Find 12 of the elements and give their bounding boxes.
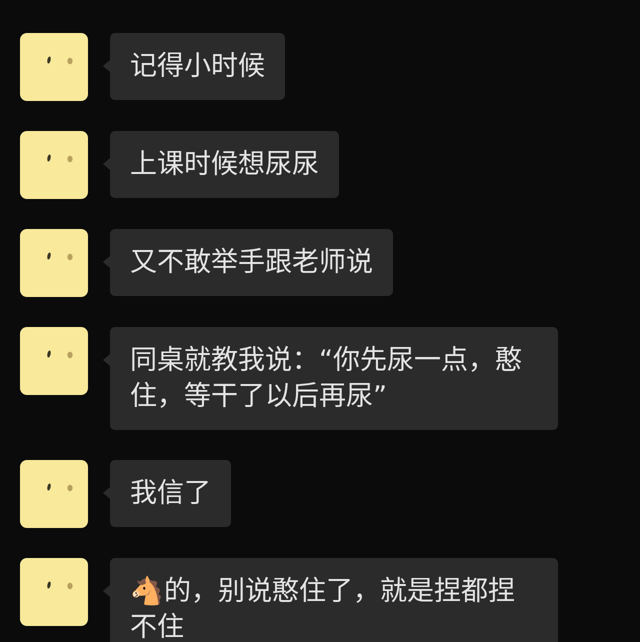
avatar-icon — [20, 33, 88, 101]
message-text: 🐴的，别说憨住了，就是捏都捏不住 — [130, 576, 515, 642]
message-text: 上课时候想尿尿 — [130, 148, 319, 180]
avatar-icon — [20, 131, 88, 199]
avatar-icon — [20, 460, 88, 528]
message-text: 又不敢举手跟老师说 — [130, 246, 373, 278]
message-text: 我信了 — [130, 478, 211, 508]
message-text: 记得小时候 — [130, 50, 265, 82]
avatar-icon — [20, 229, 88, 297]
message-text: 同桌就教我说：“你先尿一点，憨住，等干了以后再尿” — [130, 344, 522, 412]
avatar-icon — [20, 558, 88, 626]
avatar-icon — [20, 327, 88, 395]
